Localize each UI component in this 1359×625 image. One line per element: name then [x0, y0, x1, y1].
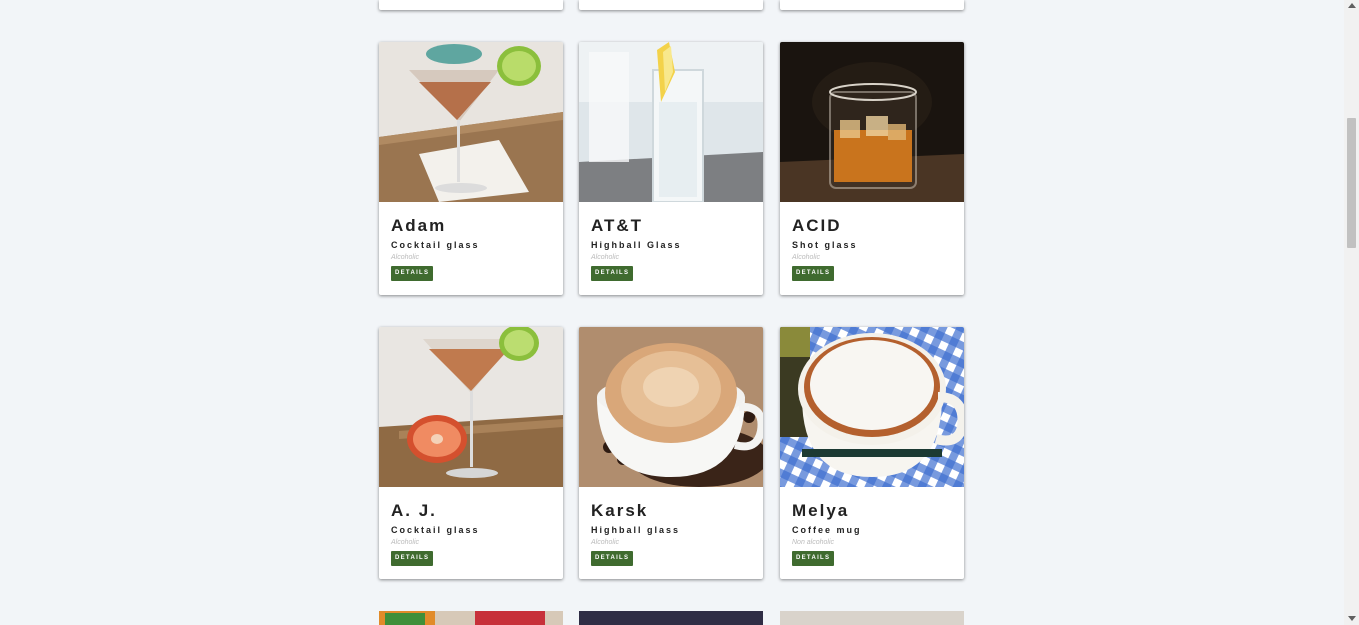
- alcoholic-tag: Alcoholic: [591, 254, 620, 261]
- drink-name: Adam: [391, 216, 447, 235]
- scroll-up-icon[interactable]: [1348, 3, 1356, 8]
- martini-drink-image[interactable]: [379, 42, 563, 202]
- details-button[interactable]: DETAILS: [591, 266, 634, 281]
- drink-card: A. J. Cocktail glass Alcoholic DETAILS: [379, 327, 563, 579]
- glass-type: Highball Glass: [591, 240, 682, 250]
- details-button[interactable]: DETAILS: [391, 266, 434, 281]
- drink-card: Karsk Highball glass Alcoholic DETAILS: [579, 327, 763, 579]
- drink-card: Adam Cocktail glass Alcoholic DETAILS: [379, 42, 563, 295]
- alcoholic-tag: Alcoholic: [591, 539, 620, 546]
- glass-type: Cocktail glass: [391, 525, 480, 535]
- drink-name: A. J.: [391, 501, 437, 520]
- details-button[interactable]: DETAILS: [792, 266, 835, 281]
- coffee-mug-image[interactable]: [780, 327, 964, 487]
- glass-type: Shot glass: [792, 240, 858, 250]
- glass-type: Cocktail glass: [391, 240, 480, 250]
- drink-name: Melya: [792, 501, 850, 520]
- highball-drink-image[interactable]: [579, 42, 763, 202]
- drink-card: Melya Coffee mug Non alcoholic DETAILS: [780, 327, 964, 579]
- alcoholic-tag: Alcoholic: [792, 254, 821, 261]
- drink-name: ACID: [792, 216, 842, 235]
- card-stub: [579, 0, 763, 10]
- card-peek-image: [579, 611, 763, 625]
- drinks-grid-page: Adam Cocktail glass Alcoholic DETAILS AT…: [0, 0, 1344, 625]
- details-button[interactable]: DETAILS: [792, 551, 835, 566]
- card-stub: [379, 0, 563, 10]
- whiskey-rocks-image[interactable]: [780, 42, 964, 202]
- glass-type: Highball glass: [591, 525, 681, 535]
- card-peek-image: [780, 611, 964, 625]
- coffee-cup-image[interactable]: [579, 327, 763, 487]
- alcoholic-tag: Alcoholic: [391, 254, 420, 261]
- vertical-scrollbar[interactable]: [1344, 0, 1359, 625]
- glass-type: Coffee mug: [792, 525, 862, 535]
- alcoholic-tag: Non alcoholic: [792, 539, 835, 546]
- drink-card: ACID Shot glass Alcoholic DETAILS: [780, 42, 964, 295]
- drink-name: Karsk: [591, 501, 649, 520]
- card-stub: [780, 0, 964, 10]
- details-button[interactable]: DETAILS: [391, 551, 434, 566]
- scrollbar-thumb[interactable]: [1347, 118, 1356, 248]
- scroll-down-icon[interactable]: [1348, 616, 1356, 621]
- drink-card: AT&T Highball Glass Alcoholic DETAILS: [579, 42, 763, 295]
- grapefruit-martini-image[interactable]: [379, 327, 563, 487]
- details-button[interactable]: DETAILS: [591, 551, 634, 566]
- alcoholic-tag: Alcoholic: [391, 539, 420, 546]
- drink-name: AT&T: [591, 216, 644, 235]
- card-peek-image: [379, 611, 563, 625]
